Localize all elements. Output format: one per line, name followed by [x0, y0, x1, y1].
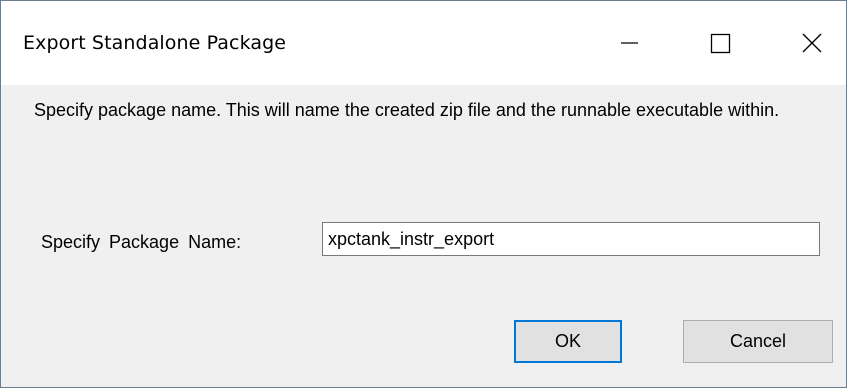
instruction-text: Specify package name. This will name the… [34, 100, 780, 120]
package-name-label: Specify Package Name: [41, 232, 242, 252]
close-button[interactable] [758, 1, 846, 85]
ok-button[interactable]: OK [514, 320, 622, 363]
maximize-button[interactable] [669, 1, 757, 85]
maximize-icon [710, 33, 731, 54]
dialog-title: Export Standalone Package [23, 32, 287, 54]
package-name-input[interactable] [322, 222, 820, 256]
minimize-button[interactable] [581, 1, 669, 85]
close-icon [802, 33, 822, 53]
title-bar[interactable]: Export Standalone Package [1, 1, 846, 85]
export-standalone-package-dialog: Export Standalone Package Specify packag… [0, 0, 847, 388]
cancel-button[interactable]: Cancel [683, 320, 833, 363]
minimize-icon [621, 42, 638, 44]
